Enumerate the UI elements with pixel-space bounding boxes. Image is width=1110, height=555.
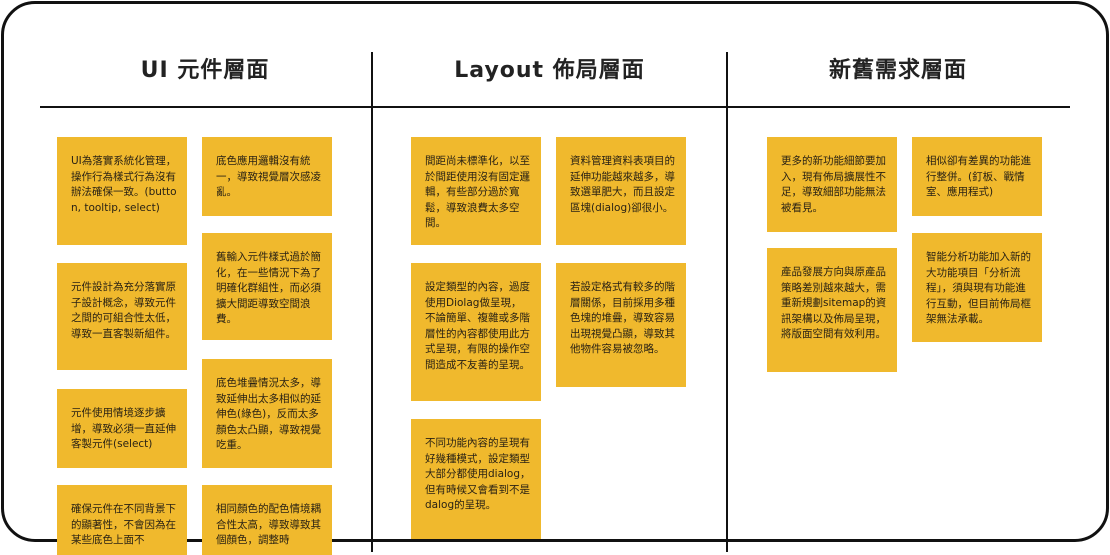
sticky-note: 元件使用情境逐步擴增，導致必須一直延伸客製元件(select) [57, 389, 187, 468]
sticky-note: 資料管理資料表項目的延伸功能越來越多，導致選單肥大，而且設定區塊(dialog)… [556, 137, 686, 245]
column-title-new-old: 新舊需求層面 [828, 58, 967, 83]
sticky-note: 設定類型的內容，過度使用Diolag做呈現，不論簡單、複雜或多階層性的內容都使用… [411, 263, 541, 401]
sticky-note: 確保元件在不同背景下的顯著性，不會因為在某些底色上面不 [57, 485, 187, 555]
header-divider [40, 106, 1070, 108]
sticky-note: 舊輸入元件樣式過於簡化，在一些情況下為了明確化群組性，而必須擴大間距導致空間浪費… [202, 233, 332, 340]
sticky-note: UI為落實系統化管理，操作行為樣式行為沒有辦法確保一致。(button, too… [57, 137, 187, 245]
column-title-ui: UI 元件層面 [140, 58, 270, 83]
sticky-note: 更多的新功能細節要加入，現有佈局擴展性不足，導致細部功能無法被看見。 [767, 137, 897, 232]
sticky-note: 智能分析功能加入新的大功能項目「分析流程」，須與現有功能進行互動，但目前佈局框架… [912, 233, 1042, 342]
sticky-note: 底色堆疊情況太多，導致延伸出太多相似的延伸色(綠色)，反而太多顏色太凸顯，導致視… [202, 359, 332, 468]
sticky-note: 間距尚未標準化，以至於間距使用沒有固定邏輯，有些部分過於寬鬆，導致浪費太多空間。 [411, 137, 541, 245]
column-divider-2 [726, 52, 728, 552]
sticky-note: 元件設計為充分落實原子設計概念，導致元件之間的可組合性太低，導致一直客製新組件。 [57, 263, 187, 370]
sticky-note: 產品發展方向與原產品策略差別越來越大，需重新規劃sitemap的資訊架構以及佈局… [767, 248, 897, 372]
column-divider-1 [371, 52, 373, 552]
column-title-layout: Layout 佈局層面 [454, 58, 645, 83]
sticky-note: 底色應用邏輯沒有統一，導致視覺層次感凌亂。 [202, 137, 332, 216]
sticky-note: 相同顏色的配色情境耦合性太高，導致導致其個顏色，調整時 [202, 485, 332, 555]
sticky-note: 相似卻有差異的功能進行整併。(釘板、戰情室、應用程式) [912, 137, 1042, 216]
sticky-note: 不同功能內容的呈現有好幾種模式，設定類型大部分都使用dialog，但有時候又會看… [411, 419, 541, 539]
sticky-note: 若設定格式有較多的階層關係，目前採用多種色塊的堆疊，導致容易出現視覺凸顯，導致其… [556, 263, 686, 387]
